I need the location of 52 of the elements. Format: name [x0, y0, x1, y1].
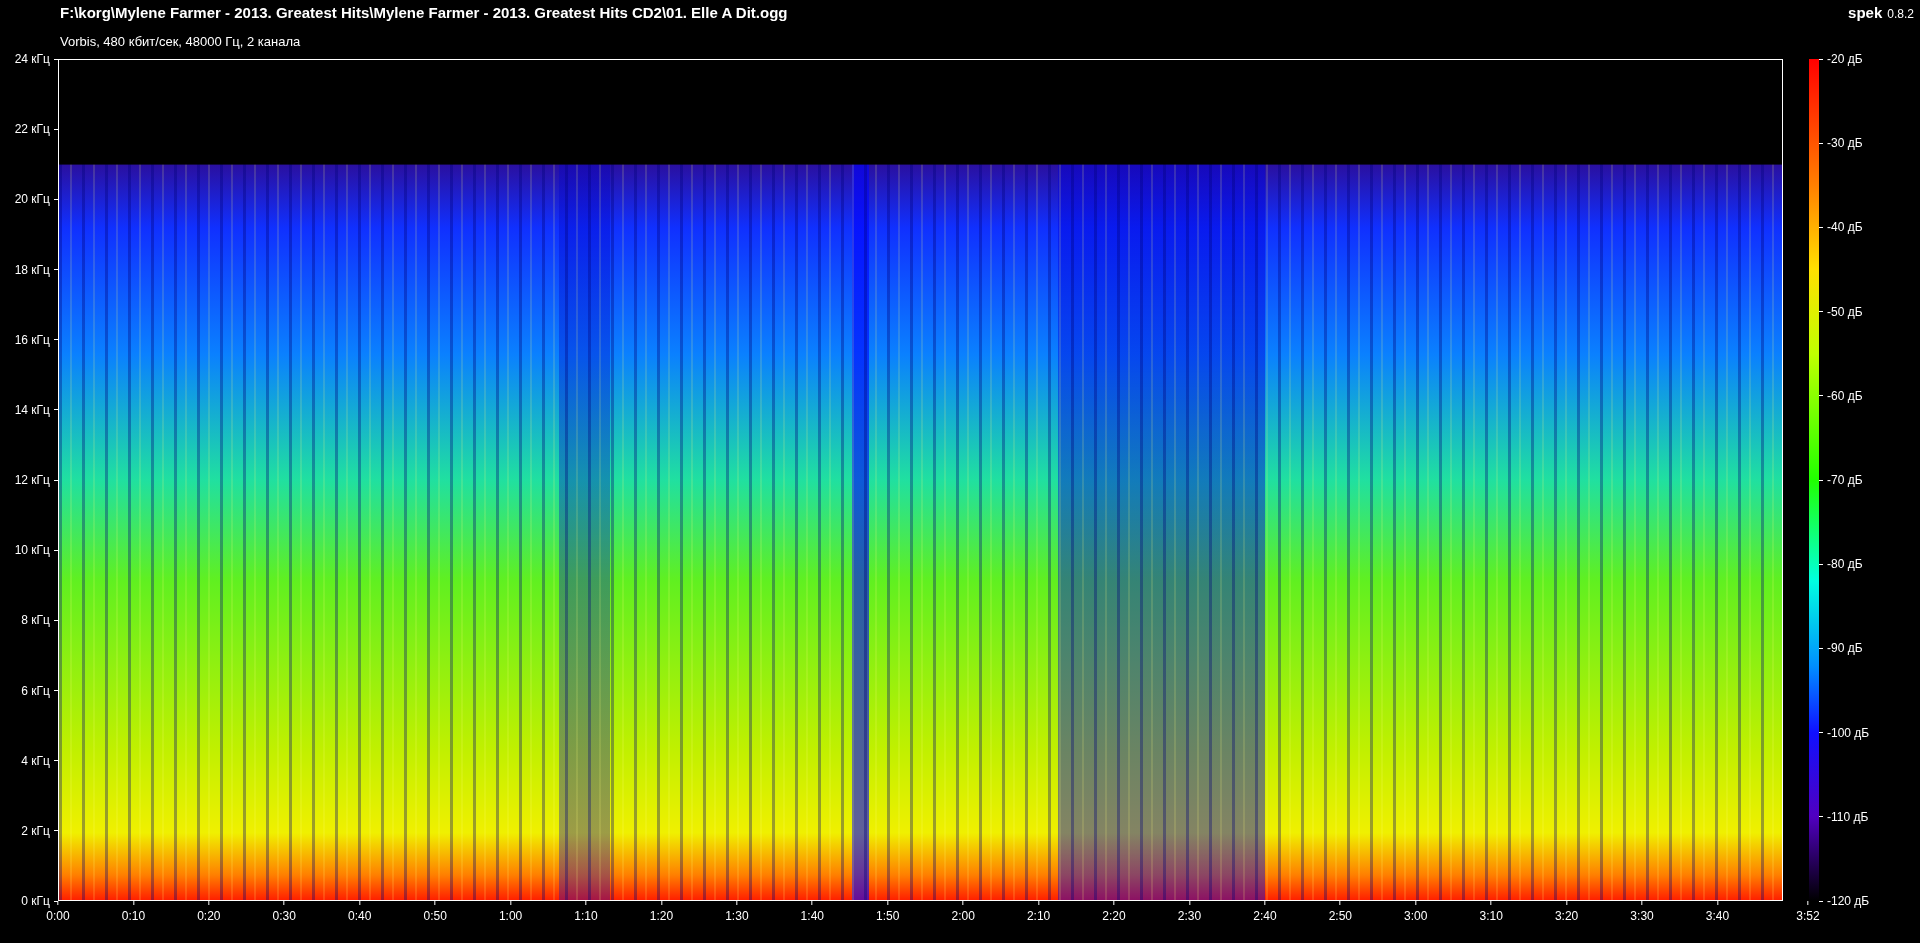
frequency-label: 20 кГц — [14, 192, 50, 207]
time-label: 2:20 — [1102, 909, 1126, 923]
time-label: 2:40 — [1253, 909, 1277, 923]
frequency-label: 6 кГц — [21, 683, 50, 698]
time-label: 3:52 — [1796, 909, 1820, 923]
frequency-label: 0 кГц — [21, 894, 50, 908]
frequency-label: 14 кГц — [14, 402, 50, 417]
level-label: -90 дБ — [1827, 641, 1863, 656]
frequency-label: 16 кГц — [14, 332, 50, 347]
time-label: 1:20 — [649, 909, 674, 923]
level-label: -60 дБ — [1827, 388, 1863, 403]
level-label: -20 дБ — [1827, 52, 1863, 66]
time-label: 0:50 — [423, 909, 447, 923]
frequency-label: 4 кГц — [21, 753, 50, 768]
time-label: 1:40 — [800, 909, 824, 923]
time-label: 2:50 — [1328, 909, 1352, 923]
frequency-label: 10 кГц — [14, 543, 50, 558]
time-label: 0:30 — [272, 909, 296, 923]
frequency-label: 8 кГц — [21, 613, 50, 628]
time-label: 0:20 — [197, 909, 221, 923]
frequency-label: 22 кГц — [14, 122, 50, 137]
app-version: 0.8.2 — [1887, 7, 1914, 21]
time-label: 1:10 — [574, 909, 598, 923]
time-label: 3:00 — [1404, 909, 1428, 923]
time-label: 0:10 — [121, 909, 146, 923]
level-label: -50 дБ — [1827, 304, 1863, 319]
audio-info: Vorbis, 480 кбит/сек, 48000 Гц, 2 канала — [60, 34, 301, 49]
frequency-label: 24 кГц — [14, 52, 50, 66]
frequency-label: 18 кГц — [14, 262, 50, 277]
level-label: -120 дБ — [1827, 894, 1870, 908]
time-label: 2:00 — [951, 909, 975, 923]
time-label: 2:10 — [1026, 909, 1051, 923]
level-label: -110 дБ — [1827, 809, 1869, 824]
level-label: -70 дБ — [1827, 473, 1863, 487]
time-label: 0:40 — [348, 909, 372, 923]
level-label: -30 дБ — [1827, 136, 1863, 151]
time-label: 3:40 — [1705, 909, 1730, 923]
time-label: 2:30 — [1177, 909, 1202, 923]
level-label: -80 дБ — [1827, 557, 1863, 572]
time-label: 1:30 — [725, 909, 749, 923]
time-label: 3:10 — [1479, 909, 1503, 923]
app-name: spek — [1848, 4, 1883, 21]
time-label: 3:30 — [1630, 909, 1654, 923]
frequency-label: 2 кГц — [21, 823, 50, 838]
time-label: 1:50 — [876, 909, 900, 923]
time-label: 0:00 — [46, 909, 70, 923]
level-label: -40 дБ — [1827, 220, 1863, 235]
level-label: -100 дБ — [1827, 725, 1870, 740]
frequency-label: 12 кГц — [14, 473, 50, 487]
time-label: 1:00 — [498, 909, 523, 923]
time-label: 3:20 — [1554, 909, 1579, 923]
file-path-title: F:\korg\Mylene Farmer - 2013. Greatest Hits\Mylene Farmer - 2013. Greatest Hits CD2\01. Elle A Dit.ogg — [60, 4, 788, 21]
